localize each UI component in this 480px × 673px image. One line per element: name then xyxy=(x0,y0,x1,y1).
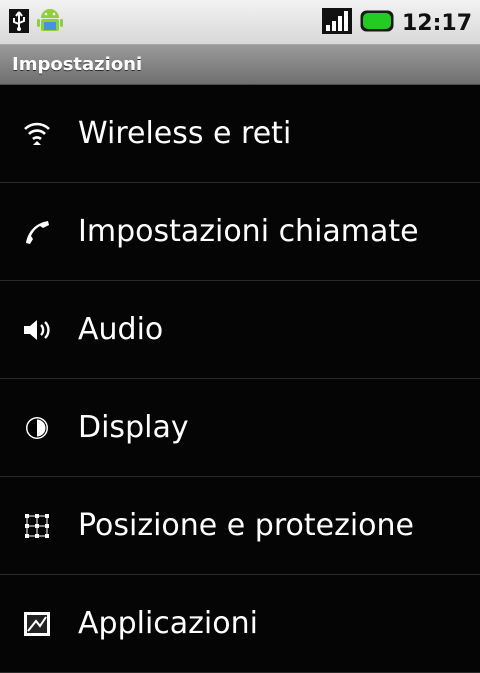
speaker-icon xyxy=(22,315,52,345)
status-clock: 12:17 xyxy=(401,10,472,36)
settings-item-label: Impostazioni chiamate xyxy=(78,214,419,249)
settings-item-location-security[interactable]: Posizione e protezione xyxy=(0,477,480,575)
settings-item-label: Wireless e reti xyxy=(78,116,292,151)
settings-item-wireless[interactable]: Wireless e reti xyxy=(0,85,480,183)
page-title: Impostazioni xyxy=(12,54,143,75)
status-right: 12:17 xyxy=(321,6,472,40)
settings-item-label: Posizione e protezione xyxy=(78,508,414,543)
title-bar: Impostazioni xyxy=(0,45,480,85)
status-bar: 12:17 xyxy=(0,0,480,45)
settings-item-label: Audio xyxy=(78,312,164,347)
usb-icon xyxy=(8,8,30,38)
battery-icon xyxy=(360,10,394,36)
settings-item-label: Display xyxy=(78,410,189,445)
settings-item-label: Applicazioni xyxy=(78,606,258,641)
applications-icon xyxy=(22,609,52,639)
settings-item-display[interactable]: Display xyxy=(0,379,480,477)
settings-item-audio[interactable]: Audio xyxy=(0,281,480,379)
location-grid-icon xyxy=(22,511,52,541)
settings-item-applications[interactable]: Applicazioni xyxy=(0,575,480,673)
brightness-icon xyxy=(22,413,52,443)
settings-list: Wireless e reti Impostazioni chiamate Au… xyxy=(0,85,480,673)
settings-item-calls[interactable]: Impostazioni chiamate xyxy=(0,183,480,281)
phone-icon xyxy=(22,217,52,247)
signal-icon xyxy=(321,8,352,38)
status-left xyxy=(8,6,64,40)
android-debug-icon xyxy=(36,6,64,40)
wireless-icon xyxy=(22,119,52,149)
